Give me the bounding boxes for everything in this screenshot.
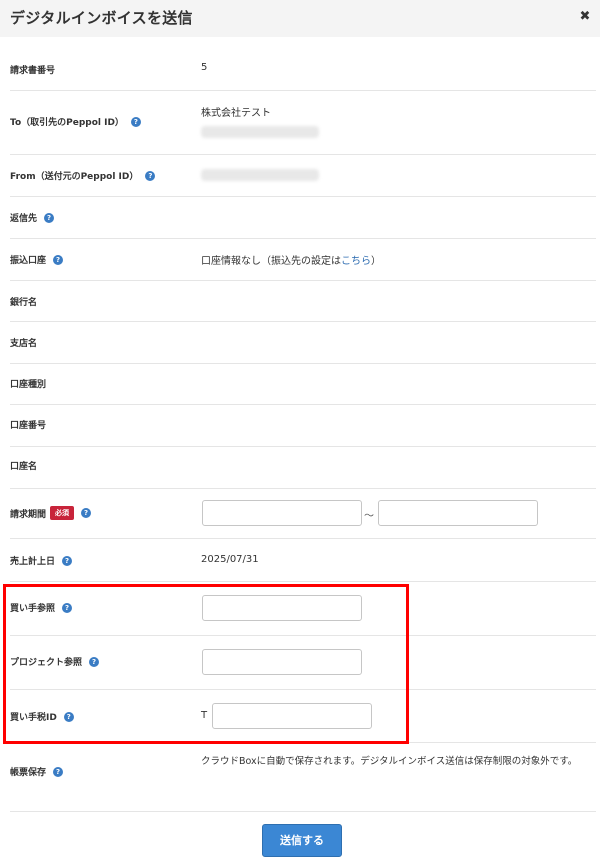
document-storage-label-text: 帳票保存 bbox=[10, 768, 47, 778]
help-icon[interactable]: ? bbox=[145, 170, 156, 181]
footer-divider bbox=[10, 811, 596, 812]
help-icon[interactable]: ? bbox=[53, 254, 64, 265]
help-icon[interactable]: ? bbox=[81, 508, 92, 518]
reply-to-row: 返信先 ? bbox=[10, 197, 596, 239]
project-reference-input[interactable] bbox=[202, 649, 362, 675]
sales-date-row: 売上計上日 ? 2025/07/31 bbox=[10, 539, 596, 582]
buyer-tax-id-row: 買い手税ID ? T bbox=[10, 690, 596, 743]
help-icon[interactable]: ? bbox=[53, 766, 64, 777]
billing-period-label: 請求期間 必須 ? bbox=[10, 506, 92, 520]
document-storage-row: 帳票保存 ? クラウドBoxに自動で保存されます。デジタルインボイス送信は保存制… bbox=[10, 743, 596, 811]
buyer-reference-row: 買い手参照 ? bbox=[10, 582, 596, 636]
to-company-value: 株式会社テスト bbox=[201, 108, 271, 119]
billing-period-row: 請求期間 必須 ? 〜 bbox=[10, 489, 596, 539]
reply-to-label: 返信先 ? bbox=[10, 211, 55, 224]
help-icon[interactable]: ? bbox=[63, 711, 74, 722]
bank-settings-link[interactable]: こちら bbox=[341, 256, 371, 267]
account-type-row: 口座種別 bbox=[10, 364, 596, 405]
buyer-reference-input[interactable] bbox=[202, 595, 362, 621]
branch-name-row: 支店名 bbox=[10, 322, 596, 364]
from-label: From（送付元のPeppol ID） ? bbox=[10, 169, 156, 182]
to-label-text: To（取引先のPeppol ID） bbox=[10, 118, 124, 128]
project-reference-row: プロジェクト参照 ? bbox=[10, 636, 596, 690]
help-icon[interactable]: ? bbox=[89, 656, 100, 667]
invoice-number-value: 5 bbox=[201, 62, 208, 73]
account-holder-row: 口座名 bbox=[10, 447, 596, 489]
reply-to-label-text: 返信先 bbox=[10, 214, 38, 224]
bank-name-row: 銀行名 bbox=[10, 281, 596, 322]
dialog-title: デジタルインボイスを送信 bbox=[10, 9, 193, 27]
to-peppol-id-redacted bbox=[201, 126, 319, 138]
help-icon[interactable]: ? bbox=[62, 602, 73, 613]
billing-period-start-input[interactable] bbox=[202, 500, 362, 526]
buyer-tax-id-label-text: 買い手税ID bbox=[10, 713, 57, 723]
bank-account-value-prefix: 口座情報なし（振込先の設定は bbox=[201, 256, 341, 267]
bank-account-value: 口座情報なし（振込先の設定はこちら） bbox=[201, 252, 381, 267]
project-reference-label: プロジェクト参照 ? bbox=[10, 655, 100, 668]
close-icon[interactable]: ✖ bbox=[578, 9, 592, 25]
account-number-row: 口座番号 bbox=[10, 405, 596, 447]
account-holder-label: 口座名 bbox=[10, 462, 38, 472]
buyer-reference-label-text: 買い手参照 bbox=[10, 604, 56, 614]
invoice-number-row: 請求書番号 5 bbox=[10, 48, 596, 91]
project-reference-label-text: プロジェクト参照 bbox=[10, 658, 83, 668]
required-badge: 必須 bbox=[50, 506, 75, 520]
bank-account-row: 振込口座 ? 口座情報なし（振込先の設定はこちら） bbox=[10, 239, 596, 281]
account-type-label: 口座種別 bbox=[10, 380, 47, 390]
buyer-reference-label: 買い手参照 ? bbox=[10, 601, 73, 614]
buyer-tax-id-input[interactable] bbox=[212, 703, 372, 729]
sales-date-label: 売上計上日 ? bbox=[10, 554, 73, 567]
buyer-tax-id-label: 買い手税ID ? bbox=[10, 710, 74, 723]
submit-button[interactable]: 送信する bbox=[262, 824, 342, 857]
from-row: From（送付元のPeppol ID） ? bbox=[10, 155, 596, 197]
sales-date-label-text: 売上計上日 bbox=[10, 557, 56, 567]
branch-name-label: 支店名 bbox=[10, 339, 38, 349]
help-icon[interactable]: ? bbox=[62, 555, 73, 566]
document-storage-label: 帳票保存 ? bbox=[10, 765, 64, 778]
help-icon[interactable]: ? bbox=[130, 116, 141, 127]
to-row: To（取引先のPeppol ID） ? 株式会社テスト bbox=[10, 91, 596, 155]
billing-period-label-text: 請求期間 bbox=[10, 509, 47, 520]
account-number-label: 口座番号 bbox=[10, 421, 47, 431]
bank-account-label: 振込口座 ? bbox=[10, 253, 64, 266]
billing-period-end-input[interactable] bbox=[378, 500, 538, 526]
from-peppol-id-redacted bbox=[201, 169, 319, 181]
buyer-tax-id-prefix: T bbox=[201, 710, 208, 721]
billing-period-separator: 〜 bbox=[364, 511, 374, 522]
to-label: To（取引先のPeppol ID） ? bbox=[10, 115, 141, 128]
help-icon[interactable]: ? bbox=[44, 212, 55, 223]
sales-date-value: 2025/07/31 bbox=[201, 554, 259, 565]
bank-account-value-suffix: ） bbox=[371, 256, 381, 267]
invoice-number-label: 請求書番号 bbox=[10, 66, 56, 76]
bank-account-label-text: 振込口座 bbox=[10, 256, 47, 266]
dialog-header: デジタルインボイスを送信 ✖ bbox=[0, 0, 600, 37]
from-label-text: From（送付元のPeppol ID） bbox=[10, 172, 139, 182]
document-storage-note: クラウドBoxに自動で保存されます。デジタルインボイス送信は保存制限の対象外です… bbox=[201, 756, 578, 767]
bank-name-label: 銀行名 bbox=[10, 298, 38, 308]
